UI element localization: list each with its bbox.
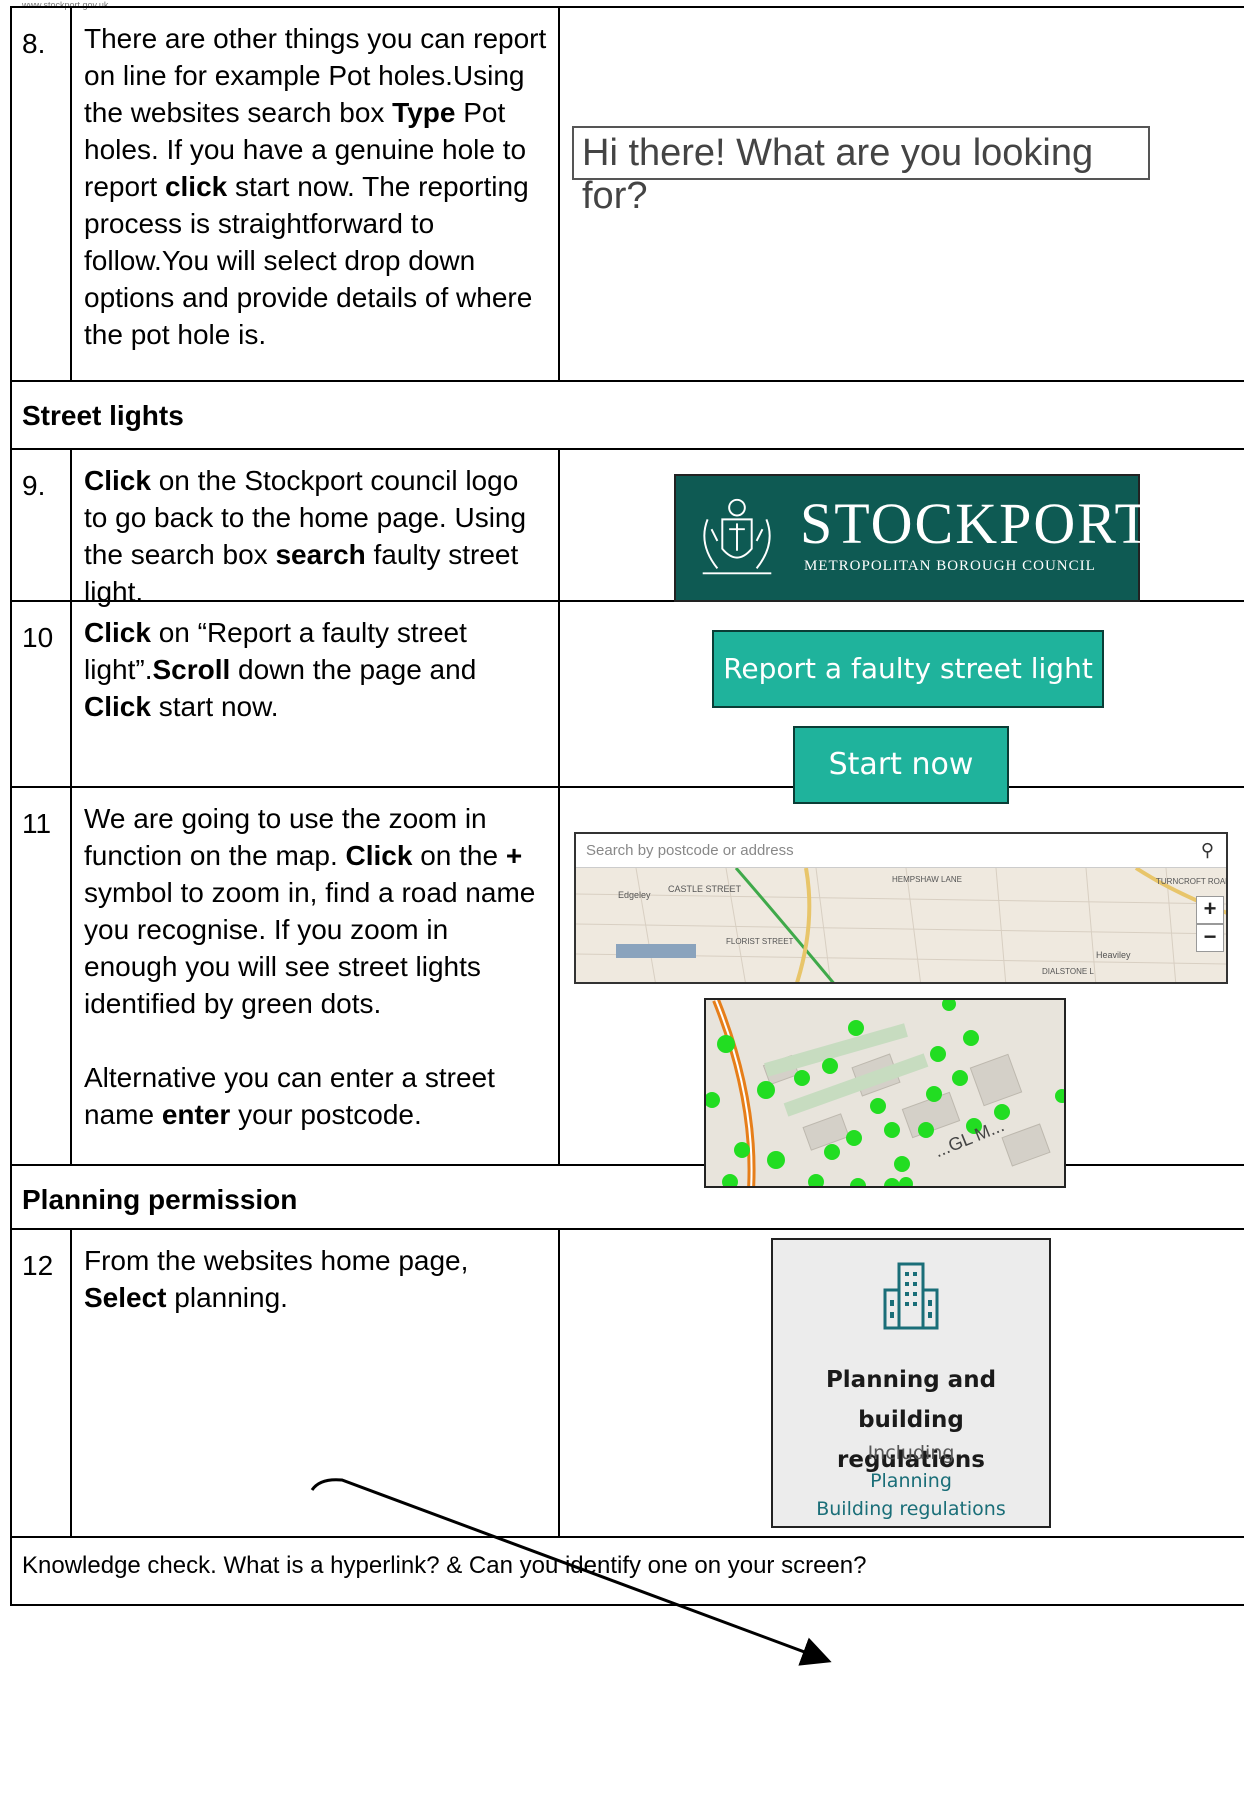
map-search-input[interactable]: Search by postcode or address [576,834,1226,868]
bold-keyword: Click [84,691,151,722]
street-light-dot [846,1130,862,1146]
step-row-10: 10 Click on “Report a faulty street ligh… [10,602,1244,804]
stockport-logo[interactable]: STOCKPORT METROPOLITAN BOROUGH COUNCIL [674,474,1150,602]
text-run: on the [412,840,506,871]
street-light-dot [794,1070,810,1086]
bold-keyword: enter [161,1099,231,1130]
street-light-dot [942,1000,956,1011]
street-light-dot [706,1092,720,1108]
step-image: Edgeley CASTLE STREET HEMPSHAW LANE FLOR… [560,788,1244,1188]
map-label: DIALSTONE L [1042,967,1094,976]
step-paragraph: We are going to use the zoom in function… [84,800,548,1022]
map-zoomed-street-lights: ...GL M... [704,998,1066,1188]
bold-keyword: click [164,171,228,202]
planning-link[interactable]: Planning [773,1470,1049,1492]
zoom-out-button[interactable]: − [1196,924,1224,952]
step-row-12: 12 From the websites home page, Select p… [10,1230,1244,1538]
card-including: Including [867,1442,955,1464]
map-label: HEMPSHAW LANE [892,875,962,884]
street-light-dot [918,1122,934,1138]
search-icon[interactable]: ⚲ [1201,840,1214,861]
bold-keyword: + [505,840,523,871]
text-run: planning. [166,1282,288,1313]
bold-keyword: Select [84,1282,167,1313]
bold-keyword: Scroll [152,654,231,685]
step-number: 8. [12,8,72,380]
search-box[interactable]: Hi there! What are you looking for? [572,126,1150,217]
section-planning-permission: Planning permission [10,1166,1244,1230]
step-image: STOCKPORT METROPOLITAN BOROUGH COUNCIL [560,450,1244,602]
building-regulations-link[interactable]: Building regulations [773,1498,1049,1520]
page: www.stockport.gov.uk 8. There are other … [0,0,1244,1806]
text-run: down the page and [230,654,477,685]
street-light-dot [963,1030,979,1046]
street-light-dot [717,1035,735,1053]
section-street-lights: Street lights [10,382,1244,450]
step-number: 9. [12,450,72,600]
text-run: From the websites home page, [84,1245,469,1276]
logo-title: STOCKPORT [800,491,1152,556]
step-number: 12 [12,1230,72,1536]
street-light-dot [822,1058,838,1074]
street-light-map: ...GL M... [706,1000,1064,1186]
logo-subtitle: METROPOLITAN BOROUGH COUNCIL [804,558,1096,574]
step-image: Planning and building regulations Includ… [560,1230,1244,1536]
card-title-line: Planning and building [825,1367,997,1433]
text-run: your postcode. [230,1099,422,1130]
street-light-dot [1055,1089,1064,1103]
map-label: Edgeley [618,890,651,900]
bold-keyword: Click [345,840,413,871]
step-image: Report a faulty street light Start now [560,602,1244,804]
step-row-11: 11 We are going to use the zoom in funct… [10,788,1244,1188]
street-light-dot [930,1046,946,1062]
report-faulty-light-button[interactable]: Report a faulty street light [712,630,1104,708]
street-light-dot [870,1098,886,1114]
step-row-9: 9. Click on the Stockport council logo t… [10,450,1244,607]
step-text: There are other things you can report on… [72,8,560,380]
text-run: symbol to zoom in, find a road name you … [84,877,536,1019]
knowledge-check-row: Knowledge check. What is a hyperlink? & … [10,1538,1244,1606]
step-text: From the websites home page, Select plan… [72,1230,560,1536]
map-label: TURNCROFT ROAD [1156,877,1228,886]
step-number: 10 [12,602,72,786]
map-label: FLORIST STREET [726,937,794,946]
street-light-dot [734,1142,750,1158]
map-label: CASTLE STREET [668,884,742,894]
section-title: Planning permission [22,1184,298,1215]
bold-keyword: Click [84,617,151,648]
street-light-dot [884,1122,900,1138]
crest-icon [702,498,772,575]
bold-keyword: Type [392,97,456,128]
step-number: 11 [12,788,72,1164]
step-text: Click on “Report a faulty street light”.… [72,602,560,786]
knowledge-check-text: Knowledge check. What is a hyperlink? & … [22,1552,867,1579]
map-overview[interactable]: Edgeley CASTLE STREET HEMPSHAW LANE FLOR… [574,832,1228,984]
street-light-dot [757,1081,775,1099]
street-light-dot [848,1020,864,1036]
step-image: Hi there! What are you looking for? [560,8,1244,380]
building-icon [883,1262,939,1330]
step-text: Click on the Stockport council logo to g… [72,450,560,607]
text-run: start now. [150,691,279,722]
zoom-in-button[interactable]: + [1196,896,1224,924]
planning-card[interactable]: Planning and building regulations Includ… [771,1238,1051,1528]
bold-keyword: search [275,539,366,570]
step-row-8: 8. There are other things you can report… [10,6,1244,382]
map-label: Heaviley [1096,950,1131,960]
step-text: We are going to use the zoom in function… [72,788,560,1164]
street-light-dot [952,1070,968,1086]
bold-keyword: Click [84,465,151,496]
street-light-dot [824,1144,840,1160]
street-light-dot [926,1086,942,1102]
step-paragraph: Alternative you can enter a street name … [84,1059,548,1133]
section-title: Street lights [22,400,184,431]
